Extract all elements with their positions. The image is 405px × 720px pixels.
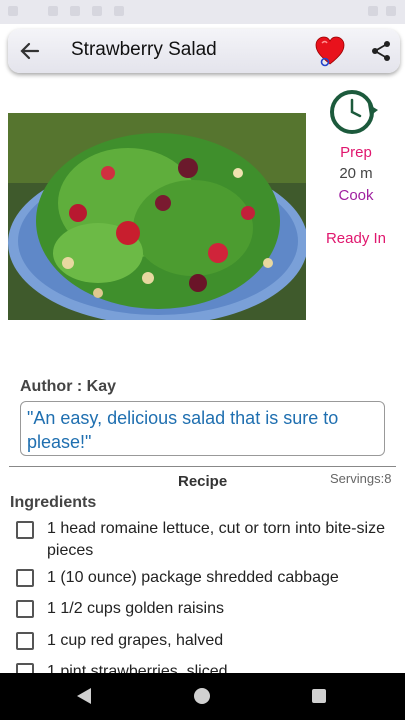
ingredient-text: 1 1/2 cups golden raisins (47, 600, 224, 617)
battery-icon (386, 6, 396, 16)
share-icon[interactable] (370, 40, 392, 62)
prep-label: Prep (340, 144, 372, 161)
servings-label: Servings:8 (330, 471, 392, 486)
description-text: "An easy, delicious salad that is sure t… (27, 408, 339, 452)
ingredient-checkbox[interactable] (16, 632, 34, 650)
description-box: "An easy, delicious salad that is sure t… (20, 401, 385, 456)
divider (9, 466, 396, 467)
ingredient-checkbox[interactable] (16, 600, 34, 618)
status-icon (8, 6, 18, 16)
recipe-photo (8, 113, 306, 320)
nav-back-icon[interactable] (77, 688, 91, 704)
nav-recents-icon[interactable] (312, 689, 326, 703)
author-label: Author : Kay (20, 378, 116, 395)
status-icon (70, 6, 80, 16)
ready-in-label: Ready In (325, 230, 387, 247)
clock-icon (330, 90, 378, 134)
ingredient-text: 1 cup red grapes, halved (47, 632, 224, 649)
status-icon (92, 6, 102, 16)
ingredient-text: 1 (10 ounce) package shredded cabbage (47, 569, 339, 586)
nav-home-icon[interactable] (194, 688, 210, 704)
page-title: Strawberry Salad (71, 39, 217, 60)
status-bar (0, 0, 405, 24)
recipe-section-label: Recipe (178, 473, 228, 490)
ingredient-checkbox[interactable] (16, 521, 34, 539)
ingredients-heading: Ingredients (10, 494, 97, 511)
ingredient-text: 1 head romaine lettuce, cut or torn into… (47, 520, 385, 559)
wifi-icon (368, 6, 378, 16)
prep-value: 20 m (339, 165, 373, 182)
system-nav-bar (0, 673, 405, 720)
ingredient-checkbox[interactable] (16, 569, 34, 587)
arrow-back-icon[interactable] (16, 37, 44, 65)
status-icon (48, 6, 58, 16)
app-bar: Strawberry Salad (8, 29, 400, 73)
heart-icon[interactable] (314, 35, 346, 67)
status-icon (114, 6, 124, 16)
cook-label: Cook (338, 187, 374, 204)
